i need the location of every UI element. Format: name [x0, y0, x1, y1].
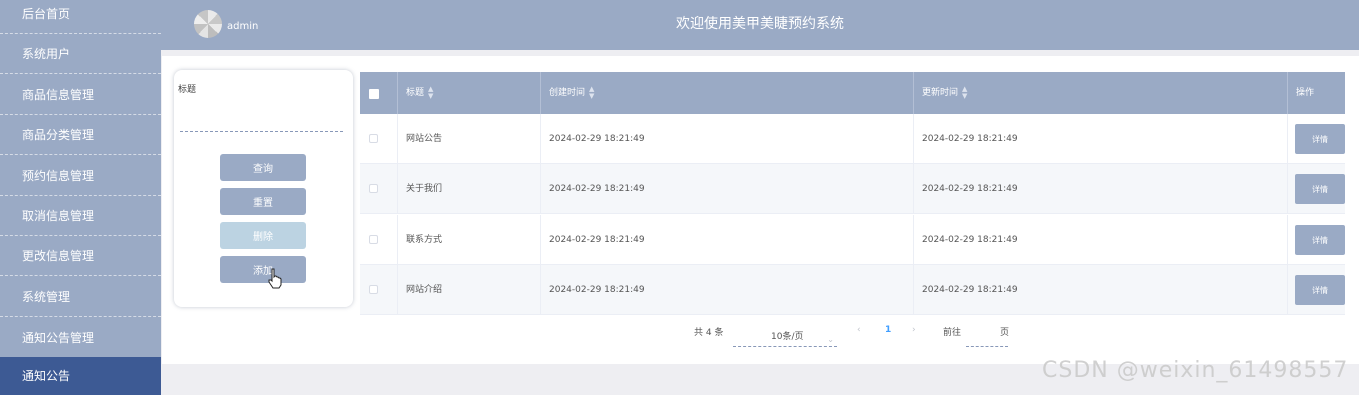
cell-title: 关于我们 [398, 164, 541, 214]
top-header: admin 欢迎使用美甲美睫预约系统 [161, 0, 1359, 50]
table-row: 关于我们 2024-02-29 18:21:49 2024-02-29 18:2… [360, 164, 1345, 214]
page-size-select[interactable]: 10条/页 ⌄ [733, 325, 837, 347]
cell-title: 网站公告 [398, 114, 541, 164]
column-header-title[interactable]: 标题 ▲ ▼ [398, 72, 541, 114]
hand-cursor-icon [268, 268, 282, 289]
page-title: 欢迎使用美甲美睫预约系统 [676, 16, 844, 32]
add-button[interactable]: 添加 [220, 256, 306, 283]
sort-icon[interactable]: ▲ ▼ [589, 85, 594, 100]
sidebar-item-cancel-info[interactable]: 取消信息管理 [0, 196, 161, 236]
title-search-input[interactable] [180, 110, 343, 132]
page-size-value: 10条/页 [771, 332, 804, 342]
column-action-label: 操作 [1296, 88, 1315, 98]
table-row: 网站公告 2024-02-29 18:21:49 2024-02-29 18:2… [360, 114, 1345, 164]
row-checkbox-cell [360, 114, 398, 164]
column-updated-label: 更新时间 [922, 88, 959, 98]
sidebar-item-product-info[interactable]: 商品信息管理 [0, 75, 161, 115]
row-checkbox[interactable] [369, 235, 378, 244]
cell-created: 2024-02-29 18:21:49 [541, 164, 914, 214]
cell-created: 2024-02-29 18:21:49 [541, 215, 914, 265]
column-header-created[interactable]: 创建时间 ▲ ▼ [541, 72, 914, 114]
sidebar-item-system-users[interactable]: 系统用户 [0, 34, 161, 74]
column-title-label: 标题 [406, 88, 425, 98]
cell-created: 2024-02-29 18:21:49 [541, 265, 914, 315]
column-header-action: 操作 [1288, 72, 1345, 114]
delete-button[interactable]: 删除 [220, 222, 306, 249]
sidebar-item-dashboard[interactable]: 后台首页 [0, 0, 161, 34]
header-checkbox-cell [360, 72, 398, 114]
watermark: CSDN @weixin_61498557 [1042, 358, 1349, 383]
sidebar-item-booking-info[interactable]: 预约信息管理 [0, 156, 161, 196]
column-created-label: 创建时间 [549, 88, 586, 98]
cell-created: 2024-02-29 18:21:49 [541, 114, 914, 164]
cell-title: 网站介绍 [398, 265, 541, 315]
chevron-down-icon: ⌄ [827, 335, 834, 344]
query-button[interactable]: 查询 [220, 154, 306, 181]
sort-icon[interactable]: ▲ ▼ [962, 85, 967, 100]
detail-button[interactable]: 详情 [1295, 174, 1345, 204]
title-field-label: 标题 [178, 85, 197, 95]
detail-button[interactable]: 详情 [1295, 124, 1345, 154]
sidebar-item-product-category[interactable]: 商品分类管理 [0, 115, 161, 155]
detail-button[interactable]: 详情 [1295, 225, 1345, 255]
table-row: 联系方式 2024-02-29 18:21:49 2024-02-29 18:2… [360, 215, 1345, 265]
reset-button[interactable]: 重置 [220, 188, 306, 215]
column-header-updated[interactable]: 更新时间 ▲ ▼ [914, 72, 1288, 114]
cell-updated: 2024-02-29 18:21:49 [914, 265, 1288, 315]
chevron-left-icon[interactable]: ‹ [857, 325, 861, 335]
row-checkbox-cell [360, 265, 398, 315]
chevron-right-icon[interactable]: › [912, 325, 916, 335]
sidebar-item-change-info[interactable]: 更改信息管理 [0, 236, 161, 276]
row-checkbox-cell [360, 164, 398, 214]
search-panel: 标题 查询 重置 删除 添加 [174, 70, 353, 307]
goto-label: 前往 [943, 328, 962, 338]
current-page-number[interactable]: 1 [885, 325, 891, 335]
select-all-checkbox[interactable] [369, 89, 379, 99]
table-header: 标题 ▲ ▼ 创建时间 ▲ ▼ 更新时间 ▲ ▼ 操作 [360, 72, 1345, 114]
detail-button[interactable]: 详情 [1295, 275, 1345, 305]
row-checkbox[interactable] [369, 285, 378, 294]
row-checkbox-cell [360, 215, 398, 265]
cell-title: 联系方式 [398, 215, 541, 265]
sort-icon[interactable]: ▲ ▼ [428, 85, 433, 100]
cell-updated: 2024-02-29 18:21:49 [914, 164, 1288, 214]
row-checkbox[interactable] [369, 134, 378, 143]
sidebar: 后台首页 系统用户 商品信息管理 商品分类管理 预约信息管理 取消信息管理 更改… [0, 0, 161, 395]
sidebar-item-notice-manage[interactable]: 通知公告管理 [0, 318, 161, 358]
sidebar-item-notice[interactable]: 通知公告 [0, 357, 161, 395]
table-row: 网站介绍 2024-02-29 18:21:49 2024-02-29 18:2… [360, 265, 1345, 315]
row-checkbox[interactable] [369, 184, 378, 193]
page-suffix: 页 [1000, 328, 1010, 338]
cell-updated: 2024-02-29 18:21:49 [914, 215, 1288, 265]
sidebar-item-system-manage[interactable]: 系统管理 [0, 277, 161, 317]
pagination-total: 共 4 条 [694, 328, 724, 338]
cell-updated: 2024-02-29 18:21:49 [914, 114, 1288, 164]
